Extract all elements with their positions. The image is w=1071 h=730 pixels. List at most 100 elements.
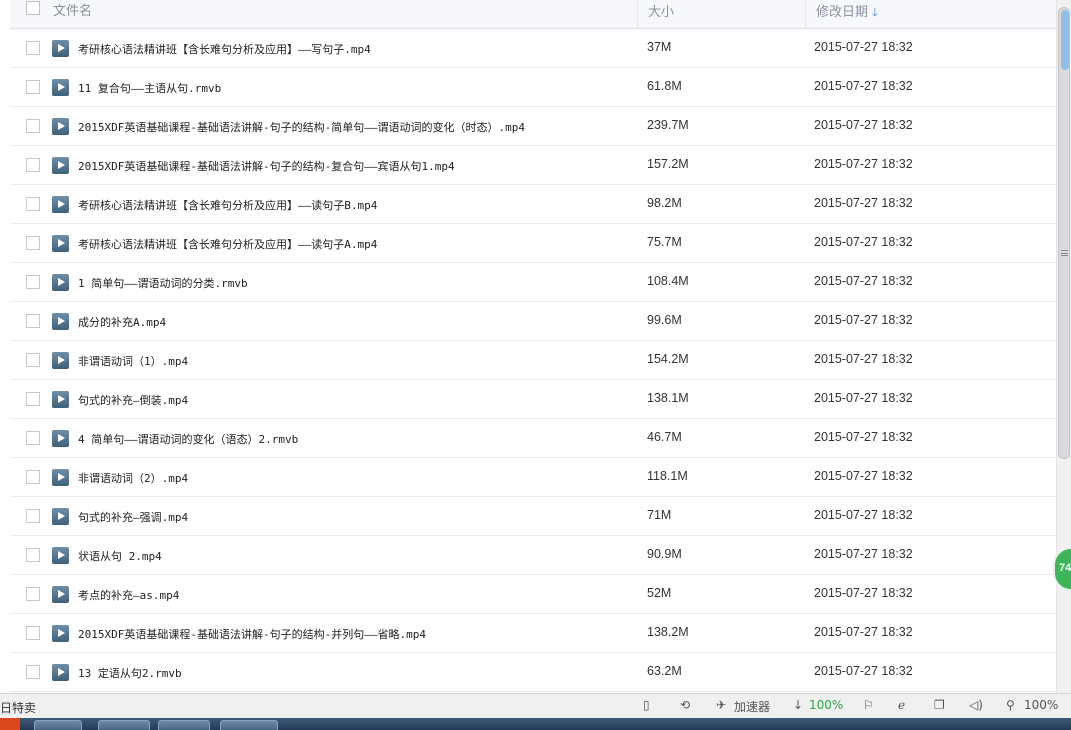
- file-name[interactable]: 考研核心语法精讲班【含长难句分析及应用】——写句子.mp4: [78, 41, 371, 57]
- accelerator-label[interactable]: 加速器: [734, 698, 770, 715]
- file-size: 138.2M: [647, 625, 689, 639]
- file-row[interactable]: 考研核心语法精讲班【含长难句分析及应用】——写句子.mp4 37M 2015-07-…: [10, 29, 1056, 68]
- file-row[interactable]: 考研核心语法精讲班【含长难句分析及应用】——读句子A.mp4 75.7M 2015-…: [10, 224, 1056, 263]
- grip-icon: [1061, 250, 1068, 256]
- row-checkbox[interactable]: [26, 392, 40, 406]
- video-file-icon: [52, 196, 69, 213]
- file-size: 108.4M: [647, 274, 689, 288]
- row-checkbox[interactable]: [26, 197, 40, 211]
- column-divider[interactable]: [805, 0, 806, 28]
- row-checkbox[interactable]: [26, 626, 40, 640]
- file-name[interactable]: 4 简单句——谓语动词的变化（语态）2.rmvb: [78, 431, 298, 447]
- file-name[interactable]: 非谓语动词（2）.mp4: [78, 470, 188, 486]
- row-checkbox[interactable]: [26, 353, 40, 367]
- file-size: 118.1M: [647, 469, 688, 483]
- column-divider[interactable]: [637, 0, 638, 28]
- pin-icon[interactable]: ✈: [716, 698, 726, 712]
- row-checkbox[interactable]: [26, 119, 40, 133]
- select-all-checkbox[interactable]: [26, 1, 40, 15]
- file-name[interactable]: 非谓语动词（1）.mp4: [78, 353, 188, 369]
- zoom-icon[interactable]: ⚲: [1006, 698, 1015, 712]
- file-name[interactable]: 考研核心语法精讲班【含长难句分析及应用】——读句子B.mp4: [78, 197, 377, 213]
- file-row[interactable]: 2015XDF英语基础课程-基础语法讲解-句子的结构-简单句——谓语动词的变化（…: [10, 107, 1056, 146]
- file-size: 98.2M: [647, 196, 682, 210]
- file-date: 2015-07-27 18:32: [814, 469, 913, 483]
- file-row[interactable]: 状语从句 2.mp4 90.9M 2015-07-27 18:32: [10, 536, 1056, 575]
- status-left-text[interactable]: 日特卖: [0, 699, 36, 716]
- row-checkbox[interactable]: [26, 470, 40, 484]
- row-checkbox[interactable]: [26, 548, 40, 562]
- file-date: 2015-07-27 18:32: [814, 352, 913, 366]
- row-checkbox[interactable]: [26, 41, 40, 55]
- window-icon[interactable]: ❐: [934, 698, 945, 712]
- ie-icon[interactable]: ℯ: [898, 698, 905, 712]
- file-name[interactable]: 考研核心语法精讲班【含长难句分析及应用】——读句子A.mp4: [78, 236, 377, 252]
- file-name[interactable]: 1 简单句——谓语动词的分类.rmvb: [78, 275, 248, 291]
- video-file-icon: [52, 352, 69, 369]
- status-bar: 日特卖 ▯ ⟲ ✈ 加速器 ↓ 100% ⚐ ℯ ❐ ◁) ⚲ 100%: [0, 693, 1071, 718]
- file-row[interactable]: 1 简单句——谓语动词的分类.rmvb 108.4M 2015-07-27 18:3…: [10, 263, 1056, 302]
- file-size: 99.6M: [647, 313, 682, 327]
- column-header-name[interactable]: 文件名: [53, 0, 92, 19]
- taskbar-app-button[interactable]: [34, 720, 82, 730]
- taskbar-app-button[interactable]: [98, 720, 150, 730]
- file-row[interactable]: 非谓语动词（1）.mp4 154.2M 2015-07-27 18:32: [10, 341, 1056, 380]
- row-checkbox[interactable]: [26, 431, 40, 445]
- scrollbar-thumb[interactable]: [1058, 7, 1070, 459]
- row-checkbox[interactable]: [26, 236, 40, 250]
- taskbar-app-button[interactable]: [220, 720, 278, 730]
- file-size: 154.2M: [647, 352, 689, 366]
- file-name[interactable]: 成分的补充A.mp4: [78, 314, 166, 330]
- file-date: 2015-07-27 18:32: [814, 391, 913, 405]
- taskbar-app-button[interactable]: [158, 720, 210, 730]
- file-name[interactable]: 2015XDF英语基础课程-基础语法讲解-句子的结构-简单句——谓语动词的变化（…: [78, 119, 525, 135]
- file-row[interactable]: 考研核心语法精讲班【含长难句分析及应用】——读句子B.mp4 98.2M 2015-…: [10, 185, 1056, 224]
- video-file-icon: [52, 157, 69, 174]
- file-date: 2015-07-27 18:32: [814, 157, 913, 171]
- video-file-icon: [52, 391, 69, 408]
- file-row[interactable]: 考点的补充—as.mp4 52M 2015-07-27 18:32: [10, 575, 1056, 614]
- file-row[interactable]: 句式的补充—倒装.mp4 138.1M 2015-07-27 18:32: [10, 380, 1056, 419]
- arrow-down-icon: 🡓: [872, 6, 878, 19]
- file-date: 2015-07-27 18:32: [814, 625, 913, 639]
- phone-icon[interactable]: ▯: [643, 698, 650, 712]
- file-row[interactable]: 13 定语从句2.rmvb 63.2M 2015-07-27 18:32: [10, 653, 1056, 692]
- start-button[interactable]: [0, 718, 20, 730]
- row-checkbox[interactable]: [26, 509, 40, 523]
- row-checkbox[interactable]: [26, 314, 40, 328]
- file-name[interactable]: 13 定语从句2.rmvb: [78, 665, 182, 681]
- file-row[interactable]: 4 简单句——谓语动词的变化（语态）2.rmvb 46.7M 2015-07-27 …: [10, 419, 1056, 458]
- video-file-icon: [52, 508, 69, 525]
- file-row[interactable]: 句式的补充—强调.mp4 71M 2015-07-27 18:32: [10, 497, 1056, 536]
- file-name[interactable]: 句式的补充—倒装.mp4: [78, 392, 188, 408]
- row-checkbox[interactable]: [26, 587, 40, 601]
- flag-icon[interactable]: ⚐: [863, 698, 874, 712]
- file-name[interactable]: 状语从句 2.mp4: [78, 548, 162, 564]
- file-row[interactable]: 2015XDF英语基础课程-基础语法讲解-句子的结构-复合句——宾语从句1.mp…: [10, 146, 1056, 185]
- download-percent[interactable]: 100%: [809, 698, 843, 712]
- file-row[interactable]: 2015XDF英语基础课程-基础语法讲解-句子的结构-并列句——省略.mp4 13…: [10, 614, 1056, 653]
- speaker-icon[interactable]: ◁): [969, 698, 983, 712]
- file-date: 2015-07-27 18:32: [814, 313, 913, 327]
- file-row[interactable]: 11 复合句——主语从句.rmvb 61.8M 2015-07-27 18:32: [10, 68, 1056, 107]
- row-checkbox[interactable]: [26, 158, 40, 172]
- file-name[interactable]: 11 复合句——主语从句.rmvb: [78, 80, 221, 96]
- zoom-level[interactable]: 100%: [1024, 698, 1058, 712]
- video-file-icon: [52, 625, 69, 642]
- row-checkbox[interactable]: [26, 80, 40, 94]
- file-name[interactable]: 2015XDF英语基础课程-基础语法讲解-句子的结构-复合句——宾语从句1.mp…: [78, 158, 455, 174]
- file-name[interactable]: 句式的补充—强调.mp4: [78, 509, 188, 525]
- file-row[interactable]: 成分的补充A.mp4 99.6M 2015-07-27 18:32: [10, 302, 1056, 341]
- video-file-icon: [52, 118, 69, 135]
- file-date: 2015-07-27 18:32: [814, 196, 913, 210]
- column-header-size[interactable]: 大小: [648, 1, 674, 20]
- file-row[interactable]: 非谓语动词（2）.mp4 118.1M 2015-07-27 18:32: [10, 458, 1056, 497]
- row-checkbox[interactable]: [26, 665, 40, 679]
- file-size: 138.1M: [647, 391, 689, 405]
- file-name[interactable]: 2015XDF英语基础课程-基础语法讲解-句子的结构-并列句——省略.mp4: [78, 626, 426, 642]
- file-date: 2015-07-27 18:32: [814, 586, 913, 600]
- refresh-icon[interactable]: ⟲: [680, 698, 690, 712]
- column-header-date[interactable]: 修改日期 🡓: [816, 1, 878, 23]
- file-name[interactable]: 考点的补充—as.mp4: [78, 587, 179, 603]
- row-checkbox[interactable]: [26, 275, 40, 289]
